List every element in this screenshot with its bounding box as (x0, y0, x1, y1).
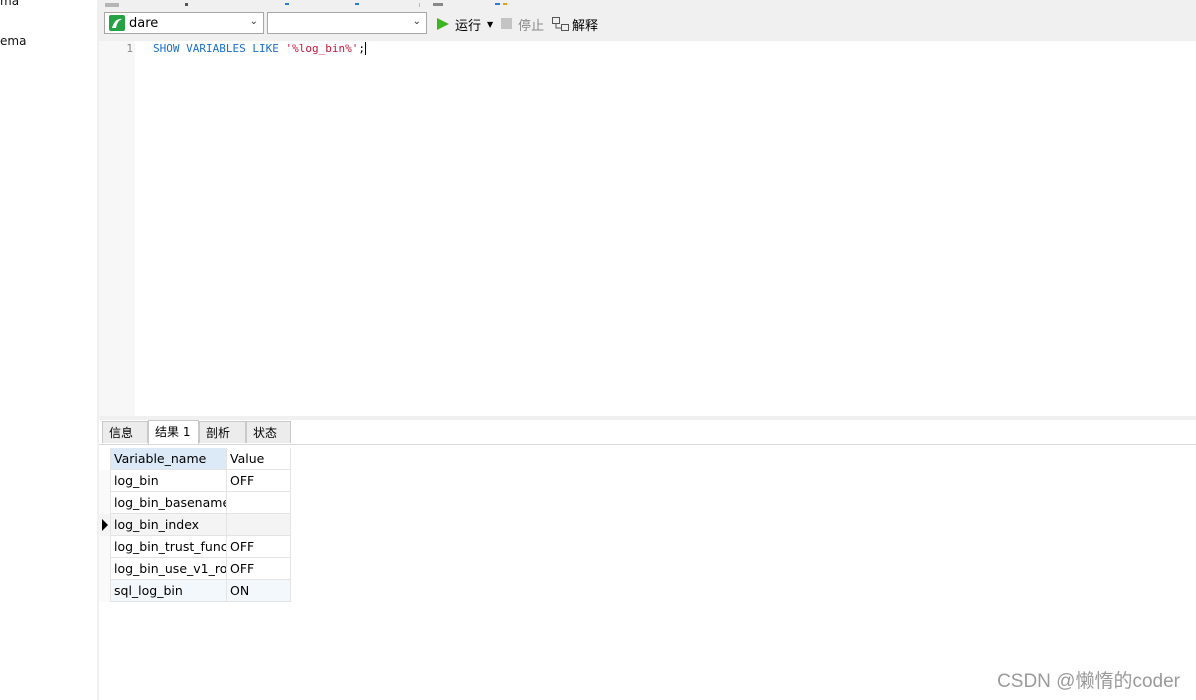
header-row: Variable_name Value (99, 448, 291, 470)
chevron-down-icon: ⌄ (249, 16, 258, 27)
explain-button-label: 解释 (572, 18, 599, 34)
stop-icon (501, 18, 512, 29)
play-icon (437, 18, 449, 30)
sql-keyword: VARIABLES (186, 42, 246, 55)
table-row[interactable]: log_bin OFF (99, 470, 291, 492)
row-indicator (99, 492, 111, 514)
cell-variable-name[interactable]: log_bin (111, 470, 227, 492)
cell-value[interactable]: OFF (227, 536, 291, 558)
tab-status[interactable]: 状态 (246, 421, 291, 443)
cell-variable-name[interactable]: log_bin_use_v1_row_events (111, 558, 227, 580)
stop-button[interactable]: 停止 (501, 14, 544, 34)
cell-variable-name[interactable]: sql_log_bin (111, 580, 227, 602)
database-select[interactable]: dare ⌄ (104, 12, 264, 34)
column-header-value[interactable]: Value (227, 448, 291, 470)
tab-info[interactable]: 信息 (102, 421, 148, 443)
cell-value[interactable] (227, 492, 291, 514)
row-indicator (99, 448, 111, 470)
cell-value[interactable]: OFF (227, 470, 291, 492)
sql-editor[interactable]: 1 SHOW VARIABLES LIKE '%log_bin%'; (99, 41, 1196, 416)
tab-result-1[interactable]: 结果 1 (148, 420, 199, 444)
sql-terminator: ; (358, 42, 365, 55)
cell-variable-name[interactable]: log_bin_index (111, 514, 227, 536)
object-tree-pane: ma ema (0, 0, 98, 700)
explain-icon (552, 16, 569, 31)
row-indicator (99, 514, 111, 536)
row-indicator (99, 580, 111, 602)
text-cursor (364, 42, 366, 55)
sql-keyword: SHOW (153, 42, 180, 55)
query-window: dare ⌄ ⌄ 运行 ▼ 停止 解释 1 SHOW VARIABLES LIK… (99, 0, 1196, 700)
table-row[interactable]: sql_log_bin ON (99, 580, 291, 602)
row-indicator (99, 536, 111, 558)
line-number: 1 (126, 42, 133, 55)
caret-down-icon[interactable]: ▼ (487, 20, 493, 29)
main-toolbar-edge (99, 0, 1196, 8)
tab-profile[interactable]: 剖析 (199, 421, 246, 443)
watermark: CSDN @懒惰的coder (997, 671, 1180, 692)
result-tabs: 信息 结果 1 剖析 状态 (99, 420, 1196, 445)
column-header-variable-name[interactable]: Variable_name (111, 448, 227, 470)
database-select-value: dare (129, 16, 159, 31)
run-button-label: 运行 (455, 18, 482, 34)
table-row[interactable]: log_bin_trust_function_creators OFF (99, 536, 291, 558)
database-icon (109, 15, 125, 31)
run-button[interactable]: 运行 ▼ (436, 14, 493, 34)
sql-code-line[interactable]: SHOW VARIABLES LIKE '%log_bin%'; (153, 42, 366, 55)
query-toolbar: dare ⌄ ⌄ 运行 ▼ 停止 解释 (99, 8, 1196, 41)
cell-variable-name[interactable]: log_bin_trust_function_creators (111, 536, 227, 558)
sql-keyword: LIKE (252, 42, 279, 55)
row-indicator (99, 470, 111, 492)
tree-item[interactable]: ema (0, 34, 26, 48)
table-row-current[interactable]: log_bin_index (99, 514, 291, 536)
line-gutter: 1 (99, 41, 135, 416)
cell-variable-name[interactable]: log_bin_basename (111, 492, 227, 514)
row-indicator (99, 558, 111, 580)
current-row-arrow-icon (102, 519, 108, 531)
sql-string: '%log_bin%' (285, 42, 359, 55)
cell-value[interactable]: OFF (227, 558, 291, 580)
cell-value[interactable] (227, 514, 291, 536)
explain-button[interactable]: 解释 (552, 14, 598, 34)
chevron-down-icon: ⌄ (412, 16, 421, 27)
stop-button-label: 停止 (518, 18, 545, 34)
table-row[interactable]: log_bin_use_v1_row_events OFF (99, 558, 291, 580)
schema-select[interactable]: ⌄ (267, 12, 427, 34)
cell-value[interactable]: ON (227, 580, 291, 602)
table-row[interactable]: log_bin_basename (99, 492, 291, 514)
tree-item[interactable]: ma (0, 0, 19, 8)
